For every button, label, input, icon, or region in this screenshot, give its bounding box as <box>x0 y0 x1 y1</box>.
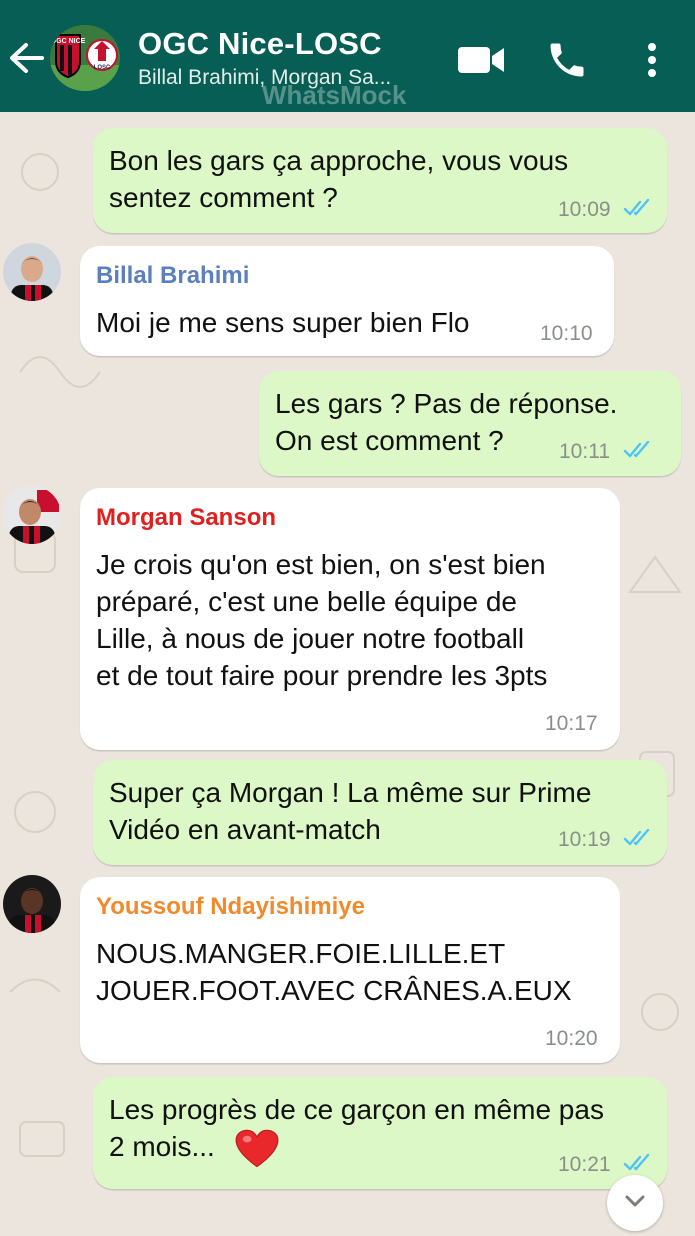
message-bubble-outgoing[interactable]: Super ça Morgan ! La même sur Prime Vidé… <box>93 760 667 865</box>
message-bubble-outgoing[interactable]: Les progrès de ce garçon en même pas 2 m… <box>93 1077 667 1189</box>
back-arrow-icon <box>10 43 44 73</box>
profile-photo <box>3 875 61 933</box>
voice-call-button[interactable] <box>545 38 589 82</box>
watermark: WhatsMock <box>262 80 407 110</box>
more-options-button[interactable] <box>636 38 668 82</box>
group-avatar[interactable]: OGC NICE LOSC <box>50 25 120 91</box>
message-time: 10:09 <box>558 198 611 221</box>
more-vert-icon <box>648 43 656 77</box>
avatar-logo-text: OGC NICE <box>51 38 86 45</box>
read-ticks-icon <box>623 440 650 458</box>
message-time: 10:19 <box>558 828 611 851</box>
chat-title[interactable]: OGC Nice-LOSC <box>138 26 382 62</box>
message-bubble-incoming[interactable]: Billal Brahimi Moi je me sens super bien… <box>80 246 614 356</box>
message-time: 10:11 <box>559 440 610 463</box>
avatar-logo-text-2: LOSC <box>94 65 111 71</box>
message-bubble-incoming[interactable]: Youssouf Ndayishimiye NOUS.MANGER.FOIE.L… <box>80 877 620 1063</box>
phone-icon <box>550 43 584 77</box>
sender-name: Morgan Sanson <box>96 504 277 531</box>
heart-emoji <box>235 1129 279 1168</box>
read-ticks-icon <box>623 198 650 216</box>
message-time: 10:10 <box>540 322 593 345</box>
avatar-youssouf-ndayishimiye[interactable] <box>3 875 61 933</box>
message-time: 10:17 <box>545 712 598 735</box>
avatar-morgan-sanson[interactable] <box>3 486 61 544</box>
message-text: Moi je me sens super bien Flo <box>96 307 470 338</box>
chevron-down-icon <box>625 1195 645 1207</box>
scroll-to-bottom-button[interactable] <box>607 1175 663 1231</box>
video-call-button[interactable] <box>456 42 506 78</box>
message-bubble-outgoing[interactable]: Bon les gars ça approche, vous vous sent… <box>93 128 667 233</box>
profile-photo <box>3 243 61 301</box>
sender-name: Youssouf Ndayishimiye <box>96 893 365 920</box>
video-call-icon <box>458 47 504 73</box>
message-time: 10:21 <box>558 1153 611 1176</box>
message-bubble-outgoing[interactable]: Les gars ? Pas de réponse. On est commen… <box>259 371 681 476</box>
profile-photo <box>3 486 61 544</box>
club-logos-image: OGC NICE LOSC <box>50 25 120 91</box>
read-ticks-icon <box>623 1153 650 1171</box>
avatar-billal-brahimi[interactable] <box>3 243 61 301</box>
message-text: NOUS.MANGER.FOIE.LILLE.ET JOUER.FOOT.AVE… <box>96 938 572 1006</box>
back-button[interactable] <box>6 36 46 80</box>
chat-header: OGC NICE LOSC OGC Nice-LOSC Billal Brahi… <box>0 0 695 112</box>
message-bubble-incoming[interactable]: Morgan Sanson Je crois qu'on est bien, o… <box>80 488 620 750</box>
message-time: 10:20 <box>545 1027 598 1050</box>
sender-name: Billal Brahimi <box>96 262 250 289</box>
read-ticks-icon <box>623 828 650 846</box>
message-text: Je crois qu'on est bien, on s'est bien p… <box>96 549 548 691</box>
